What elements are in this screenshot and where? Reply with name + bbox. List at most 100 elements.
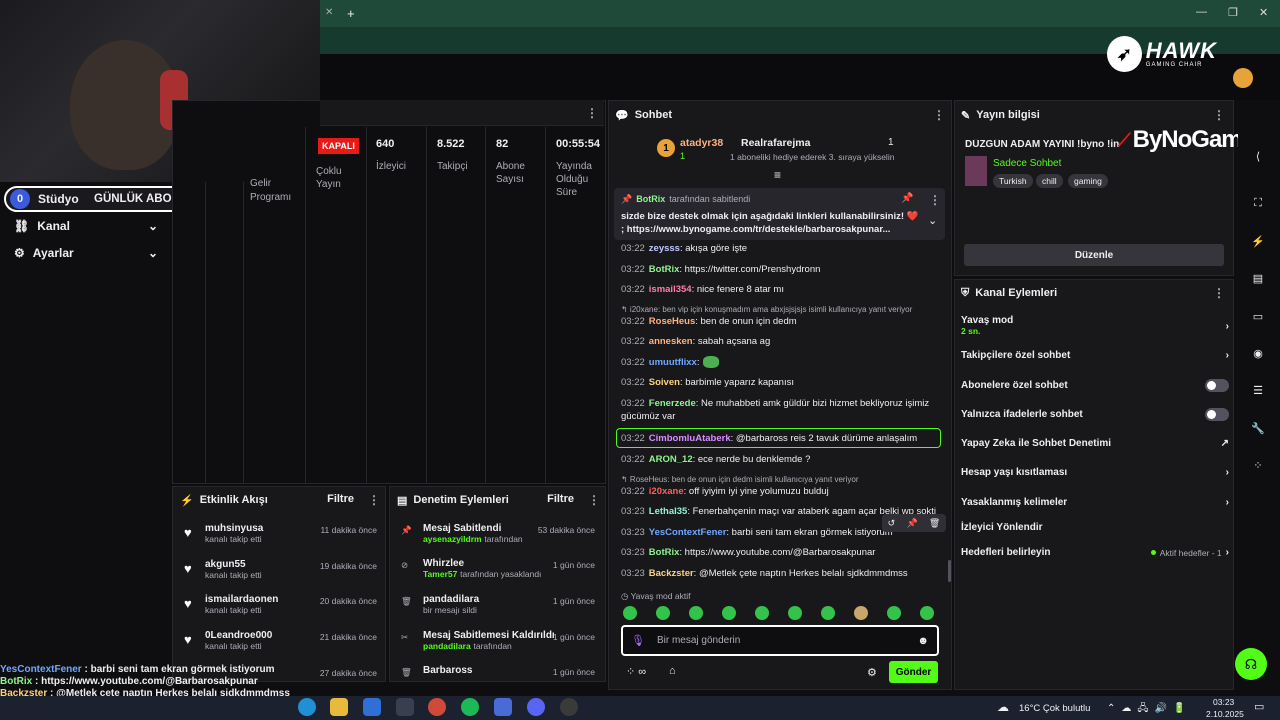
stat-divider (545, 127, 546, 484)
tag-chip[interactable]: gaming (1068, 174, 1108, 188)
channel-actions-menu-icon[interactable]: ⋮ (1213, 286, 1225, 300)
pencil-icon: ✎ (961, 109, 971, 122)
app-icon[interactable] (494, 698, 512, 716)
outlook-icon[interactable] (363, 698, 381, 716)
reply-icon[interactable]: ↺ (888, 518, 896, 529)
action-banned-words[interactable]: Yasaklanmış kelimeler › (961, 497, 1229, 508)
chat-scrollbar[interactable] (948, 560, 951, 582)
action-subscribers-only[interactable]: Abonelere özel sohbet (961, 379, 1229, 392)
leaderboard-rank-badge: 1 (657, 139, 675, 157)
close-window-button[interactable]: ✕ (1259, 6, 1268, 19)
moderation-menu-icon[interactable]: ⋮ (588, 493, 600, 507)
emote-icon[interactable] (755, 606, 769, 620)
new-tab-button[interactable]: + (347, 6, 355, 21)
chat-bubble-icon[interactable]: ▭ (1248, 306, 1268, 326)
notification-icon[interactable]: ▭ (1254, 700, 1264, 713)
sidebar-item-studio[interactable]: Stüdyo (38, 192, 79, 206)
emoji-icon[interactable]: ☻ (917, 635, 929, 647)
tab-close-icon[interactable]: ✕ (325, 7, 333, 18)
support-button[interactable]: ☊ (1235, 648, 1267, 680)
tray-icons[interactable]: ⌃☁🖧🔊🔋 (1107, 701, 1191, 718)
gear-icon: ⚙ (14, 246, 25, 260)
minimize-button[interactable]: — (1196, 6, 1207, 18)
lightning-icon[interactable]: ⚡ (1248, 231, 1268, 251)
emote-icon[interactable] (722, 606, 736, 620)
microphone-icon[interactable]: 🎙 (631, 634, 645, 647)
emote-icon[interactable] (788, 606, 802, 620)
gelir-label: Gelir (250, 178, 272, 189)
shapes-icon[interactable]: ⁘ (1248, 455, 1268, 475)
tag-chip[interactable]: Turkish (993, 174, 1033, 188)
gift-name[interactable]: Realrafarejma (741, 137, 810, 149)
layout-icon[interactable]: ☰ (1248, 380, 1268, 400)
action-account-age[interactable]: Hesap yaşı kısıtlaması › (961, 467, 1229, 478)
action-ai-moderation[interactable]: Yapay Zeka ile Sohbet Denetimi ↗ (961, 438, 1229, 449)
app-icon[interactable] (396, 698, 414, 716)
obs-icon[interactable] (560, 698, 578, 716)
stream-info-menu-icon[interactable]: ⋮ (1213, 108, 1225, 122)
maximize-button[interactable]: ❐ (1228, 6, 1238, 19)
wrench-icon[interactable]: 🔧 (1248, 418, 1268, 438)
sidebar-item-kanal[interactable]: ⛓ Kanal ⌄ (0, 213, 172, 239)
stats-menu-icon[interactable]: ⋮ (586, 106, 598, 120)
unpin-button[interactable]: 📌 (901, 193, 913, 204)
action-goals[interactable]: Hedefleri belirleyin Aktif hedefler - 1 › (961, 547, 1229, 558)
collapse-icon[interactable]: ≡ (774, 168, 781, 182)
message-actions: ↺ 📌 🗑 (882, 514, 946, 532)
edit-button[interactable]: Düzenle (964, 244, 1224, 266)
chat-settings-dots-icon[interactable]: ⁘ ∞ (626, 665, 646, 678)
trash-icon[interactable]: 🗑 (929, 518, 940, 529)
sidebar-item-ayarlar[interactable]: ⚙ Ayarlar ⌄ (0, 240, 172, 266)
collapse-icon[interactable]: ⟨ (1248, 146, 1268, 166)
chat-message: 03:22 ARON_12: ece nerde bu denklemde ? (621, 454, 811, 465)
category-name[interactable]: Sadece Sohbet (993, 158, 1061, 169)
events-filter-button[interactable]: Filtre (327, 493, 354, 507)
file-explorer-icon[interactable] (330, 698, 348, 716)
emote-icon[interactable] (656, 606, 670, 620)
pin-icon[interactable]: 📌 (906, 518, 917, 529)
discord-icon[interactable] (527, 698, 545, 716)
leader-name[interactable]: atadyr38 (680, 137, 723, 149)
emote-icon[interactable] (821, 606, 835, 620)
gear-icon[interactable]: ⚙ (867, 666, 877, 679)
expand-icon[interactable]: ⛶ (1248, 193, 1268, 213)
chat-message: 03:22 annesken: sabah açsana ag (621, 336, 771, 347)
send-button[interactable]: Gönder (889, 661, 938, 683)
subscribers-only-toggle[interactable] (1205, 379, 1229, 392)
bynogame-logo-text: ByNoGame (1132, 126, 1255, 153)
chrome-icon[interactable] (428, 698, 446, 716)
avatar[interactable] (1233, 68, 1253, 88)
chevron-right-icon: › (1225, 467, 1229, 478)
emote-icon[interactable] (623, 606, 637, 620)
emote-icon[interactable] (887, 606, 901, 620)
clipboard-icon[interactable]: ▤ (1248, 268, 1268, 288)
events-menu-icon[interactable]: ⋮ (368, 493, 380, 507)
leader-count: 1 (680, 151, 686, 161)
action-raid[interactable]: İzleyici Yönlendir (961, 522, 1229, 533)
pinned-menu-icon[interactable]: ⋮ (929, 193, 941, 207)
chat-message: 03:22 umuutflixx: (621, 356, 941, 369)
channel-actions-panel (954, 279, 1234, 690)
moderation-filter-button[interactable]: Filtre (547, 493, 574, 507)
emote-icon[interactable] (689, 606, 703, 620)
action-slow-mode[interactable]: Yavaş mod 2 sn. › (961, 315, 1229, 337)
chat-message: 03:22 i20xane: off iyiyim iyi yine yolumu… (621, 486, 829, 497)
stat-divider (305, 127, 306, 484)
action-followers-only[interactable]: Takipçilere özel sohbet › (961, 350, 1229, 361)
emote-icon[interactable] (920, 606, 934, 620)
chat-message: 03:23 BotRix: https://www.youtube.com/@Ba… (621, 547, 876, 558)
chat-menu-icon[interactable]: ⋮ (933, 108, 945, 122)
chat-message: 03:22 RoseHeus: ben de onun için dedm (621, 316, 797, 327)
chat-input[interactable]: 🎙 Bir mesaj gönderin ☻ (621, 625, 939, 656)
expand-chevron-icon[interactable]: ⌄ (928, 214, 937, 227)
emote-icon[interactable] (854, 606, 868, 620)
edge-icon[interactable] (298, 698, 316, 716)
stat-divider (366, 127, 367, 484)
store-icon[interactable]: ⌂ (669, 665, 676, 677)
broadcast-icon[interactable]: ◉ (1248, 343, 1268, 363)
tag-chip[interactable]: chill (1036, 174, 1063, 188)
channel-actions-header: ⛨ Kanal Eylemleri ⋮ (961, 286, 1225, 300)
emote-only-toggle[interactable] (1205, 408, 1229, 421)
spotify-icon[interactable] (461, 698, 479, 716)
action-emote-only[interactable]: Yalnızca ifadelerle sohbet (961, 408, 1229, 421)
